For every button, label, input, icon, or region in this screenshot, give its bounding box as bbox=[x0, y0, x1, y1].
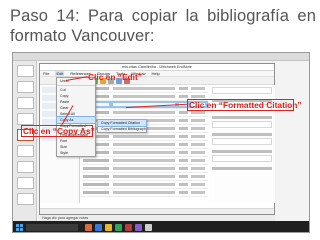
reference-cell bbox=[191, 191, 205, 194]
menu-help[interactable]: Help bbox=[152, 71, 160, 76]
reference-row[interactable] bbox=[81, 141, 208, 149]
reference-cell bbox=[179, 167, 188, 170]
slide-title: Paso 14: Para copiar la bibliografía en … bbox=[10, 6, 316, 46]
reference-cell bbox=[179, 95, 188, 98]
reference-cell bbox=[113, 175, 175, 178]
reference-cell bbox=[113, 87, 175, 90]
detail-label bbox=[212, 116, 272, 119]
reference-row[interactable] bbox=[81, 165, 208, 173]
reference-cell bbox=[179, 87, 188, 90]
window-title: mis.citas Camilintha - Ulrichweb EndNote bbox=[40, 64, 274, 71]
reference-cell bbox=[191, 167, 205, 170]
embedded-screenshot: mis.citas Camilintha - Ulrichweb EndNote… bbox=[12, 52, 310, 233]
reference-cell bbox=[191, 111, 205, 114]
menu-separator bbox=[57, 85, 95, 86]
taskbar-app-icon[interactable] bbox=[95, 224, 102, 231]
reference-cell bbox=[113, 111, 175, 114]
windows-taskbar bbox=[13, 221, 309, 232]
slide-thumbnail[interactable] bbox=[17, 193, 34, 205]
detail-label bbox=[212, 150, 272, 153]
menu-edit[interactable]: Edit bbox=[55, 71, 65, 76]
reference-row[interactable] bbox=[81, 181, 208, 189]
reference-cell bbox=[191, 95, 205, 98]
reference-cell bbox=[113, 191, 175, 194]
menu-file[interactable]: File bbox=[43, 71, 49, 76]
reference-row[interactable] bbox=[81, 173, 208, 181]
detail-field[interactable] bbox=[212, 155, 272, 162]
reference-cell bbox=[179, 183, 188, 186]
reference-cell bbox=[113, 151, 175, 154]
reference-cell bbox=[113, 183, 175, 186]
edit-menu-style[interactable]: Style bbox=[57, 150, 95, 156]
slide-thumbnail[interactable] bbox=[17, 81, 34, 93]
reference-row[interactable] bbox=[81, 133, 208, 141]
slide-thumbnails bbox=[13, 61, 37, 221]
reference-cell bbox=[191, 127, 205, 130]
taskbar-app-icon[interactable] bbox=[115, 224, 122, 231]
detail-field[interactable] bbox=[212, 121, 272, 128]
reference-cell bbox=[179, 135, 188, 138]
slide-title-line-1: Paso 14: Para copiar la bibliografía en bbox=[10, 7, 316, 25]
taskbar-app-icon[interactable] bbox=[85, 224, 92, 231]
reference-cell bbox=[191, 143, 205, 146]
reference-cell bbox=[191, 159, 205, 162]
reference-row[interactable] bbox=[81, 149, 208, 157]
edit-dropdown: Undo Cut Copy Paste Clear Select All Cop… bbox=[56, 77, 96, 157]
reference-cell bbox=[191, 135, 205, 138]
reference-row[interactable] bbox=[81, 157, 208, 165]
reference-cell bbox=[113, 135, 175, 138]
detail-label bbox=[212, 167, 272, 170]
reference-cell bbox=[179, 143, 188, 146]
slide-thumbnail[interactable] bbox=[17, 177, 34, 189]
detail-field[interactable] bbox=[212, 87, 272, 94]
status-bar bbox=[40, 208, 274, 214]
slide-thumbnail[interactable] bbox=[17, 97, 34, 109]
slide-thumbnail[interactable] bbox=[17, 145, 34, 157]
reference-cell bbox=[179, 159, 188, 162]
taskbar-app-icon[interactable] bbox=[135, 224, 142, 231]
reference-cell bbox=[179, 151, 188, 154]
copy-as-submenu: Copy Formatted Citation Copy Formatted B… bbox=[97, 119, 147, 133]
reference-cell bbox=[83, 183, 109, 186]
submenu-formatted-bibliography[interactable]: Copy Formatted Bibliography bbox=[98, 126, 146, 132]
windows-start-icon[interactable] bbox=[16, 224, 23, 231]
reference-cell bbox=[113, 159, 175, 162]
reference-cell bbox=[191, 119, 205, 122]
callout-copy-as: Clic en “Copy As” bbox=[23, 126, 95, 136]
reference-cell bbox=[179, 111, 188, 114]
powerpoint-ribbon bbox=[13, 53, 309, 61]
reference-cell bbox=[191, 87, 205, 90]
slide-title-line-2: formato Vancouver: bbox=[10, 27, 155, 45]
reference-cell bbox=[113, 167, 175, 170]
reference-cell bbox=[179, 119, 188, 122]
reference-cell bbox=[179, 127, 188, 130]
detail-label bbox=[212, 133, 272, 136]
taskbar-search-box[interactable] bbox=[26, 224, 78, 231]
reference-cell bbox=[179, 191, 188, 194]
reference-cell bbox=[113, 143, 175, 146]
callout-edit: Clic en “Edit” bbox=[88, 72, 142, 82]
reference-cell bbox=[113, 95, 175, 98]
reference-cell bbox=[83, 167, 109, 170]
slide-thumbnail[interactable] bbox=[17, 65, 34, 77]
reference-cell bbox=[191, 175, 205, 178]
slide-thumbnail[interactable] bbox=[17, 113, 34, 125]
reference-cell bbox=[191, 151, 205, 154]
endnote-window: mis.citas Camilintha - Ulrichweb EndNote… bbox=[39, 63, 275, 215]
reference-cell bbox=[191, 183, 205, 186]
reference-cell bbox=[83, 175, 109, 178]
taskbar-app-icon[interactable] bbox=[105, 224, 112, 231]
reference-row[interactable] bbox=[81, 85, 208, 93]
reference-cell bbox=[83, 191, 109, 194]
taskbar-app-icon[interactable] bbox=[145, 224, 152, 231]
slide-thumbnail[interactable] bbox=[17, 161, 34, 173]
reference-cell bbox=[179, 175, 188, 178]
callout-formatted-citation: Clic en “Formatted Citation” bbox=[189, 100, 302, 110]
reference-cell bbox=[83, 159, 109, 162]
detail-field[interactable] bbox=[212, 138, 272, 145]
taskbar-app-icon[interactable] bbox=[125, 224, 132, 231]
reference-row[interactable] bbox=[81, 189, 208, 197]
